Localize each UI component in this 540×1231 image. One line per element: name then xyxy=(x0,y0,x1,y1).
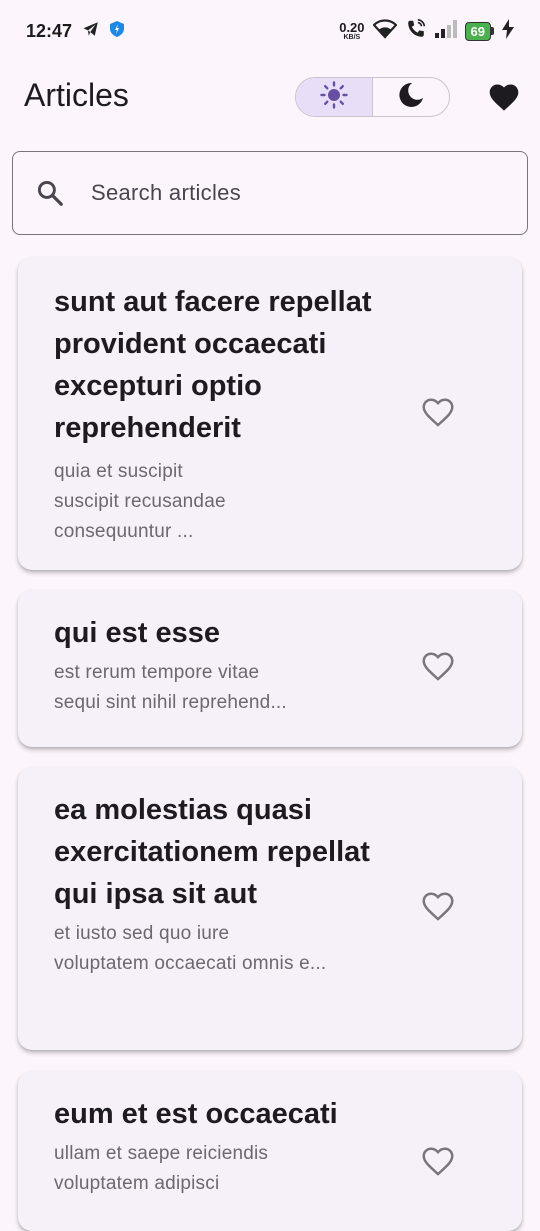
light-theme-button[interactable] xyxy=(296,78,373,116)
wifi-call-icon xyxy=(405,18,427,45)
article-body: ullam et saepe reiciendis voluptatem adip… xyxy=(54,1143,269,1194)
telegram-icon xyxy=(82,20,100,43)
page-title: Articles xyxy=(24,77,129,113)
signal-icon xyxy=(434,19,457,43)
search-input[interactable] xyxy=(91,172,511,214)
moon-icon xyxy=(397,81,425,114)
battery: 69 xyxy=(464,21,494,41)
article-text: ea molestias quasi exercitationem repell… xyxy=(54,789,374,979)
heart-outline-icon xyxy=(420,396,456,433)
favorite-button[interactable] xyxy=(418,888,458,928)
article-text: sunt aut facere repellat provident occae… xyxy=(54,281,374,547)
status-left: 12:47 xyxy=(26,20,125,43)
heart-outline-icon xyxy=(420,650,456,687)
article-title: eum et est occaecati xyxy=(54,1098,338,1130)
favorites-button[interactable] xyxy=(484,79,524,119)
dark-theme-button[interactable] xyxy=(373,78,450,116)
article-card[interactable]: ea molestias quasi exercitationem repell… xyxy=(18,767,522,1050)
net-speed-unit: KB/S xyxy=(343,34,361,41)
status-time: 12:47 xyxy=(26,20,73,41)
article-body: quia et suscipit suscipit recusandae cons… xyxy=(54,461,226,542)
article-card[interactable]: qui est esse est rerum tempore vitae sequ… xyxy=(18,590,522,747)
net-speed: 0.20 KB/S xyxy=(339,21,364,41)
heart-outline-icon xyxy=(420,1145,456,1182)
heart-filled-icon xyxy=(487,82,521,117)
article-title: ea molestias quasi exercitationem repell… xyxy=(54,794,370,910)
sun-icon xyxy=(320,80,348,114)
charging-icon xyxy=(502,18,514,44)
article-body: est rerum tempore vitae sequi sint nihil … xyxy=(54,662,287,713)
article-card[interactable]: eum et est occaecati ullam et saepe reic… xyxy=(18,1071,522,1231)
article-body: et iusto sed quo iure voluptatem occaecat… xyxy=(54,923,327,974)
search-field[interactable] xyxy=(12,151,528,235)
app-bar: Articles xyxy=(0,62,540,132)
article-title: sunt aut facere repellat provident occae… xyxy=(54,286,372,444)
article-text: qui est esse est rerum tempore vitae sequ… xyxy=(54,612,374,718)
article-text: eum et est occaecati ullam et saepe reic… xyxy=(54,1093,374,1199)
theme-toggle[interactable] xyxy=(295,77,450,117)
favorite-button[interactable] xyxy=(418,394,458,434)
battery-tip xyxy=(491,27,494,35)
net-speed-value: 0.20 xyxy=(339,20,365,35)
wifi-icon xyxy=(372,18,398,44)
favorite-button[interactable] xyxy=(418,1143,458,1183)
favorite-button[interactable] xyxy=(418,648,458,688)
heart-outline-icon xyxy=(420,890,456,927)
article-title: qui est esse xyxy=(54,617,221,649)
battery-level: 69 xyxy=(464,21,491,41)
search-icon xyxy=(35,178,65,213)
shield-icon xyxy=(110,20,125,42)
status-right: 0.20 KB/S 69 xyxy=(339,18,514,45)
article-card[interactable]: sunt aut facere repellat provident occae… xyxy=(18,257,522,570)
status-bar: 12:47 0.20 KB/S 69 xyxy=(0,0,540,62)
